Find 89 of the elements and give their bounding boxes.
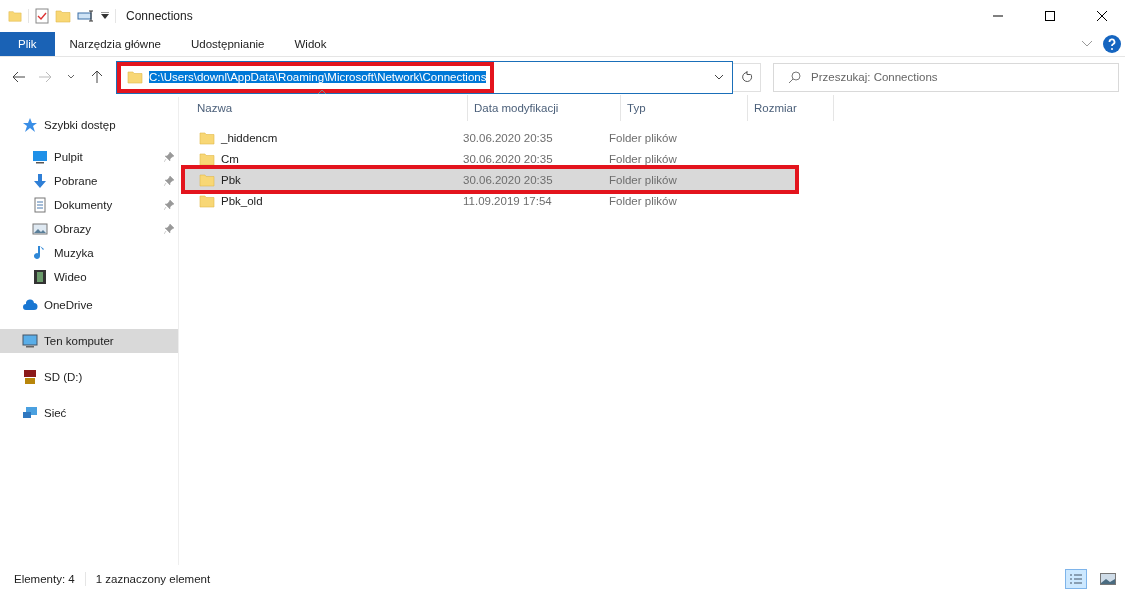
- sidebar-item[interactable]: SD (D:): [0, 365, 178, 389]
- sidebar-label: Sieć: [44, 407, 68, 419]
- sidebar-label: OneDrive: [44, 299, 94, 311]
- sidebar-label: Wideo: [54, 271, 88, 283]
- folder-icon: [199, 192, 215, 209]
- dropdown-icon[interactable]: [101, 12, 109, 20]
- image-icon: [32, 221, 48, 237]
- cloud-icon: [22, 297, 38, 313]
- pin-icon[interactable]: [164, 152, 174, 162]
- column-header[interactable]: Data modyfikacji: [468, 95, 621, 121]
- file-name-cell: _hiddencm: [185, 129, 463, 146]
- folder-icon: [199, 129, 215, 146]
- star-icon: [22, 117, 38, 133]
- item-count: Elementy: 4: [14, 573, 75, 585]
- folder-icon: [8, 9, 22, 23]
- column-header[interactable]: Nazwa: [179, 95, 468, 121]
- details-view-button[interactable]: [1065, 569, 1087, 589]
- file-name-cell: Pbk_old: [185, 192, 463, 209]
- date-cell-text: 11.09.2019 17:54: [463, 194, 553, 207]
- folder-icon: [199, 171, 215, 188]
- ribbon-tab[interactable]: Udostępnianie: [175, 32, 280, 56]
- file-row[interactable]: _hiddencm 30.06.2020 20:35 Folder plików: [185, 127, 795, 148]
- sidebar-label: Obrazy: [54, 223, 93, 235]
- sidebar-item[interactable]: Sieć: [0, 401, 178, 425]
- network-icon: [22, 405, 38, 421]
- left-arrow-icon: [12, 71, 26, 83]
- column-header[interactable]: Typ: [621, 95, 748, 121]
- search-placeholder: Przeszukaj: Connections: [811, 71, 938, 83]
- sidebar-label: SD (D:): [44, 371, 84, 383]
- ribbon-tab[interactable]: Narzędzia główne: [54, 32, 176, 56]
- refresh-icon: [740, 71, 753, 83]
- sidebar-item[interactable]: OneDrive: [0, 293, 178, 317]
- sidebar-label: Ten komputer: [44, 335, 115, 347]
- monitor-icon: [32, 149, 48, 165]
- search-icon: [788, 70, 801, 84]
- folder-icon: [199, 150, 215, 167]
- maximize-icon: [1045, 11, 1055, 21]
- monitor-icon: [22, 333, 38, 349]
- type-cell-text: Folder plików: [609, 194, 678, 207]
- date-cell-text: 30.06.2020 20:35: [463, 152, 554, 165]
- sd-card-icon: [22, 369, 38, 385]
- address-field[interactable]: C:\Users\downl\AppData\Roaming\Microsoft\Network\Connections: [116, 60, 733, 94]
- search-field[interactable]: Przeszukaj: Connections: [773, 62, 1119, 92]
- pin-icon[interactable]: [164, 200, 174, 210]
- sidebar-item[interactable]: Pobrane: [0, 169, 178, 193]
- file-name-cell: Pbk: [185, 171, 463, 188]
- type-cell-text: Folder plików: [609, 152, 678, 165]
- close-icon: [1097, 11, 1107, 21]
- pin-icon[interactable]: [164, 224, 174, 234]
- properties-icon[interactable]: [35, 8, 49, 24]
- ribbon-tab[interactable]: Plik: [0, 32, 55, 56]
- selection-count: 1 zaznaczony element: [95, 573, 211, 585]
- film-icon: [32, 269, 48, 285]
- image-icon: [1100, 573, 1116, 585]
- sidebar-item[interactable]: Pulpit: [0, 145, 178, 169]
- details-list-icon: [1069, 573, 1083, 585]
- down-arrow-icon: [32, 173, 48, 189]
- window-title: Connections: [126, 9, 194, 23]
- chevron-down-icon: [67, 74, 75, 80]
- date-cell-text: 30.06.2020 20:35: [463, 173, 554, 186]
- sidebar-item[interactable]: Obrazy: [0, 217, 178, 241]
- date-cell-text: 30.06.2020 20:35: [463, 131, 554, 144]
- document-icon: [32, 197, 48, 213]
- pin-icon[interactable]: [164, 176, 174, 186]
- sidebar-label: Pulpit: [54, 151, 84, 163]
- type-cell-text: Folder plików: [609, 131, 678, 144]
- file-name-cell: Cm: [185, 150, 463, 167]
- help-icon[interactable]: [1103, 35, 1121, 53]
- sidebar-item[interactable]: Dokumenty: [0, 193, 178, 217]
- rename-icon[interactable]: [77, 10, 95, 22]
- folder-icon: [127, 69, 143, 85]
- sidebar-item[interactable]: Szybki dostęp: [0, 113, 178, 137]
- sidebar-label: Szybki dostęp: [44, 119, 117, 131]
- refresh-button[interactable]: [733, 62, 761, 92]
- address-path: C:\Users\downl\AppData\Roaming\Microsoft\Network\Connections: [149, 71, 487, 83]
- new-folder-icon: [55, 8, 71, 24]
- chevron-down-icon[interactable]: [714, 74, 724, 80]
- sidebar-item[interactable]: Wideo: [0, 265, 178, 289]
- sidebar-label: Dokumenty: [54, 199, 114, 211]
- sidebar-label: Pobrane: [54, 175, 99, 187]
- right-arrow-icon: [38, 71, 52, 83]
- column-header[interactable]: Rozmiar: [748, 95, 834, 121]
- sidebar-item[interactable]: Ten komputer: [0, 329, 178, 353]
- ribbon-tab[interactable]: Widok: [279, 32, 342, 56]
- up-arrow-icon: [91, 70, 103, 84]
- sidebar-label: Muzyka: [54, 247, 95, 259]
- file-row[interactable]: Pbk 30.06.2020 20:35 Folder plików: [181, 165, 799, 194]
- type-cell-text: Folder plików: [609, 173, 678, 186]
- sidebar-item[interactable]: Muzyka: [0, 241, 178, 265]
